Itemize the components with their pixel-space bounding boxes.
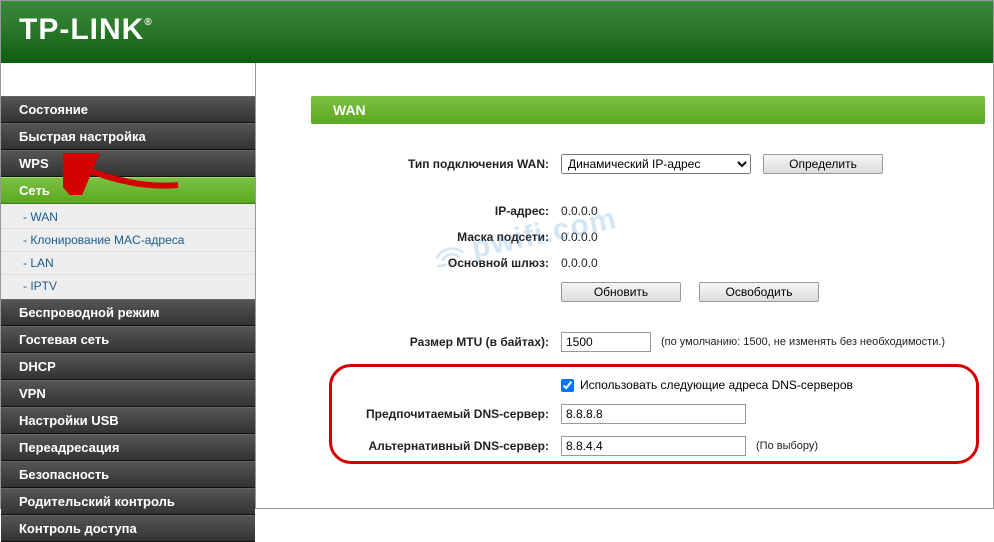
value-gateway: 0.0.0.0 [561,256,598,270]
sidebar-item-parental-control[interactable]: Родительский контроль [1,488,255,515]
wan-form: Тип подключения WAN: Динамический IP-адр… [311,124,993,472]
input-dns2[interactable] [561,436,746,456]
label-mtu: Размер MTU (в байтах): [321,335,561,349]
label-use-dns: Использовать следующие адреса DNS-сервер… [580,378,853,392]
brand-logo: TP-LINK® [19,13,153,47]
sidebar-item-dhcp[interactable]: DHCP [1,353,255,380]
sidebar-item-usb-settings[interactable]: Настройки USB [1,407,255,434]
label-conn-type: Тип подключения WAN: [321,157,561,171]
sidebar-item-guest-network[interactable]: Гостевая сеть [1,326,255,353]
sidebar-item-wps[interactable]: WPS [1,150,255,177]
label-ip: IP-адрес: [321,204,561,218]
sidebar-item-access-control[interactable]: Контроль доступа [1,515,255,542]
sidebar-subitem-wan[interactable]: - WAN [1,206,255,229]
sidebar-subitem-mac-clone[interactable]: - Клонирование MAC-адреса [1,229,255,252]
registered-icon: ® [144,17,152,28]
sidebar-item-quick-setup[interactable]: Быстрая настройка [1,123,255,150]
header: TP-LINK® [1,1,993,63]
label-dns2: Альтернативный DNS-сервер: [321,439,561,453]
sidebar-item-network[interactable]: Сеть [1,177,255,204]
sidebar-item-wireless[interactable]: Беспроводной режим [1,299,255,326]
value-mask: 0.0.0.0 [561,230,598,244]
detect-button[interactable]: Определить [763,154,883,174]
main-content: WAN Тип подключения WAN: Динамический IP… [256,63,993,508]
sidebar-item-vpn[interactable]: VPN [1,380,255,407]
value-ip: 0.0.0.0 [561,204,598,218]
sidebar-item-security[interactable]: Безопасность [1,461,255,488]
sidebar-item-forwarding[interactable]: Переадресация [1,434,255,461]
sidebar: Состояние Быстрая настройка WPS Сеть - W… [1,63,256,508]
sidebar-subitem-lan[interactable]: - LAN [1,252,255,275]
brand-text: TP-LINK [19,13,144,46]
hint-dns2: (По выбору) [756,440,818,452]
panel-title: WAN [311,96,985,124]
sidebar-item-status[interactable]: Состояние [1,96,255,123]
input-mtu[interactable] [561,332,651,352]
select-conn-type[interactable]: Динамический IP-адрес [561,154,751,174]
label-mask: Маска подсети: [321,230,561,244]
sidebar-subitem-iptv[interactable]: - IPTV [1,275,255,297]
label-dns1: Предпочитаемый DNS-сервер: [321,407,561,421]
sidebar-submenu-network: - WAN - Клонирование MAC-адреса - LAN - … [1,204,255,299]
input-dns1[interactable] [561,404,746,424]
hint-mtu: (по умолчанию: 1500, не изменять без нео… [661,336,945,348]
release-button[interactable]: Освободить [699,282,819,302]
label-gateway: Основной шлюз: [321,256,561,270]
renew-button[interactable]: Обновить [561,282,681,302]
checkbox-use-dns[interactable] [561,379,574,392]
